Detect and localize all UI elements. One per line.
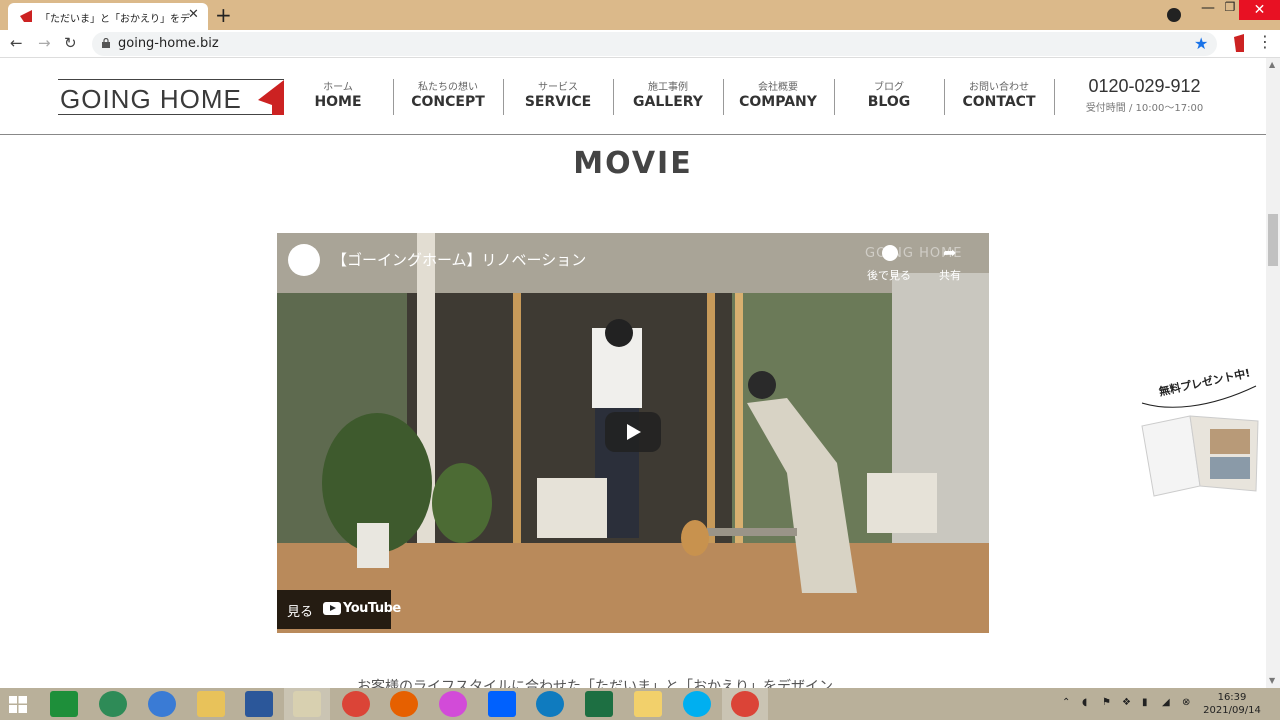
nav-home-en: HOME: [314, 94, 362, 110]
nav-company-en: COMPANY: [739, 94, 817, 110]
logo-mark-icon: [258, 80, 284, 115]
scroll-up-icon[interactable]: ▲: [1269, 60, 1275, 69]
chrome-active-icon[interactable]: [731, 691, 759, 717]
share-icon[interactable]: ➦: [943, 243, 956, 262]
extension-icon[interactable]: [1230, 34, 1246, 52]
youtube-embed[interactable]: 【ゴーイングホーム】リノベーション GOING HOME 後で見る ➦ 共有 見…: [277, 233, 989, 633]
file-explorer-icon[interactable]: [197, 691, 225, 717]
notification-close-icon[interactable]: ⊗: [1182, 697, 1190, 708]
nav-concept-en: CONCEPT: [411, 94, 485, 110]
maximize-button[interactable]: ❐: [1219, 0, 1241, 22]
skype-icon[interactable]: [683, 691, 711, 717]
speaker-icon[interactable]: ◖: [1082, 697, 1087, 708]
close-window-button[interactable]: ✕: [1239, 0, 1280, 20]
itunes-icon[interactable]: [439, 691, 467, 717]
nav-company-jp: 会社概要: [758, 82, 798, 93]
battery-icon[interactable]: ▮: [1142, 697, 1148, 708]
firefox-icon[interactable]: [390, 691, 418, 717]
nav-contact-en: CONTACT: [962, 94, 1036, 110]
globe-app-icon[interactable]: [99, 691, 127, 717]
clock-time: 16:39: [1217, 692, 1247, 703]
watch-label: 見る: [287, 605, 314, 620]
watch-on-youtube-button[interactable]: 見る YouTube: [277, 590, 401, 629]
business-hours: 受付時間 / 10:00〜17:00: [1085, 103, 1204, 114]
web-page: GOING HOME ホーム HOME 私たちの想い CONCEPT サービス …: [0, 58, 1266, 688]
nav-service-en: SERVICE: [524, 94, 592, 110]
tab-search-icon[interactable]: [1167, 8, 1181, 22]
back-arrow-icon[interactable]: ←: [10, 34, 23, 52]
flag-icon[interactable]: ⚑: [1102, 697, 1111, 708]
site-logo[interactable]: GOING HOME: [58, 79, 284, 115]
movie-heading: MOVIE: [573, 146, 693, 181]
edge-icon[interactable]: [536, 691, 564, 717]
chrome-icon[interactable]: [342, 691, 370, 717]
scroll-thumb[interactable]: [1268, 214, 1278, 266]
nav-concept[interactable]: 私たちの想い CONCEPT: [393, 78, 503, 110]
nav-gallery[interactable]: 施工事例 GALLERY: [613, 78, 723, 110]
play-icon: [627, 424, 641, 440]
dropbox-icon[interactable]: [488, 691, 516, 717]
nav-home[interactable]: ホーム HOME: [283, 78, 393, 110]
browser-toolbar: ← → ↻ going-home.biz ★ ⋮: [0, 30, 1280, 58]
lock-icon: [102, 38, 110, 48]
nav-gallery-jp: 施工事例: [648, 82, 688, 93]
phone-contact[interactable]: 0120-029-912 受付時間 / 10:00〜17:00: [1072, 76, 1217, 114]
share-label[interactable]: 共有: [939, 267, 961, 283]
nav-contact[interactable]: お問い合わせ CONTACT: [944, 78, 1054, 110]
reload-icon[interactable]: ↻: [64, 34, 77, 52]
forward-arrow-icon[interactable]: →: [38, 34, 51, 52]
new-tab-button[interactable]: +: [215, 3, 232, 27]
nav-blog-en: BLOG: [867, 94, 911, 110]
clock-icon[interactable]: [882, 245, 898, 261]
nav-blog-jp: ブログ: [874, 82, 904, 93]
tagline: お客様のライフスタイルに合わせた「ただいま」と「おかえり」をデザイン: [357, 679, 833, 688]
logo-text: GOING HOME: [60, 84, 242, 114]
watch-later-label[interactable]: 後で見る: [867, 267, 911, 283]
free-present-banner[interactable]: 無料プレゼント中!: [1138, 366, 1263, 501]
system-clock[interactable]: 16:39 2021/09/14: [1202, 691, 1262, 717]
url-text: going-home.biz: [118, 36, 219, 51]
tab-strip: 「ただいま」と「おかえり」をデザインする ✕ + — ❐ ✕: [0, 0, 1280, 30]
site-favicon-icon: [20, 10, 32, 22]
nav-divider: [1054, 79, 1055, 115]
nav-concept-jp: 私たちの想い: [418, 82, 478, 93]
tray-overflow-icon[interactable]: ⌃: [1062, 697, 1070, 708]
word-icon[interactable]: [245, 691, 273, 717]
bookmark-star-icon[interactable]: ★: [1194, 34, 1208, 53]
page-scrollbar[interactable]: ▲ ▼: [1266, 58, 1280, 688]
nav-company[interactable]: 会社概要 COMPANY: [723, 78, 833, 110]
excel-icon[interactable]: [585, 691, 613, 717]
windows-start-icon[interactable]: [9, 696, 27, 713]
nav-contact-jp: お問い合わせ: [969, 82, 1029, 93]
nav-blog[interactable]: ブログ BLOG: [834, 78, 944, 110]
clock-date: 2021/09/14: [1203, 705, 1261, 716]
address-bar[interactable]: going-home.biz ★: [92, 32, 1217, 56]
scroll-down-icon[interactable]: ▼: [1269, 676, 1275, 685]
channel-avatar[interactable]: [288, 244, 320, 276]
windows-taskbar: ⌃ ◖ ⚑ ❖ ▮ ◢ ⊗ 16:39 2021/09/14: [0, 688, 1280, 720]
sticky-notes-icon[interactable]: [634, 691, 662, 717]
store-icon[interactable]: [50, 691, 78, 717]
tab-close-icon[interactable]: ✕: [188, 7, 199, 22]
minimize-button[interactable]: —: [1197, 0, 1219, 22]
phone-number: 0120-029-912: [1088, 76, 1201, 96]
browser-tab[interactable]: 「ただいま」と「おかえり」をデザインする ✕: [8, 3, 208, 30]
brochure-image: [1141, 385, 1259, 497]
site-header: GOING HOME ホーム HOME 私たちの想い CONCEPT サービス …: [0, 58, 1266, 135]
nav-service-jp: サービス: [538, 82, 578, 93]
nav-service[interactable]: サービス SERVICE: [503, 78, 613, 110]
video-title[interactable]: 【ゴーイングホーム】リノベーション: [332, 249, 586, 270]
nav-home-jp: ホーム: [323, 82, 353, 93]
browser-menu-icon[interactable]: ⋮: [1257, 32, 1273, 51]
photos-app-icon[interactable]: [293, 691, 321, 717]
info-app-icon[interactable]: [148, 691, 176, 717]
youtube-logo-icon: [323, 602, 341, 615]
play-button[interactable]: [605, 412, 661, 452]
dropbox-tray-icon[interactable]: ❖: [1122, 697, 1131, 708]
network-icon[interactable]: ◢: [1162, 697, 1170, 708]
youtube-logo-text: YouTube: [343, 601, 401, 616]
nav-gallery-en: GALLERY: [633, 94, 703, 110]
tab-title: 「ただいま」と「おかえり」をデザインする: [40, 14, 190, 25]
